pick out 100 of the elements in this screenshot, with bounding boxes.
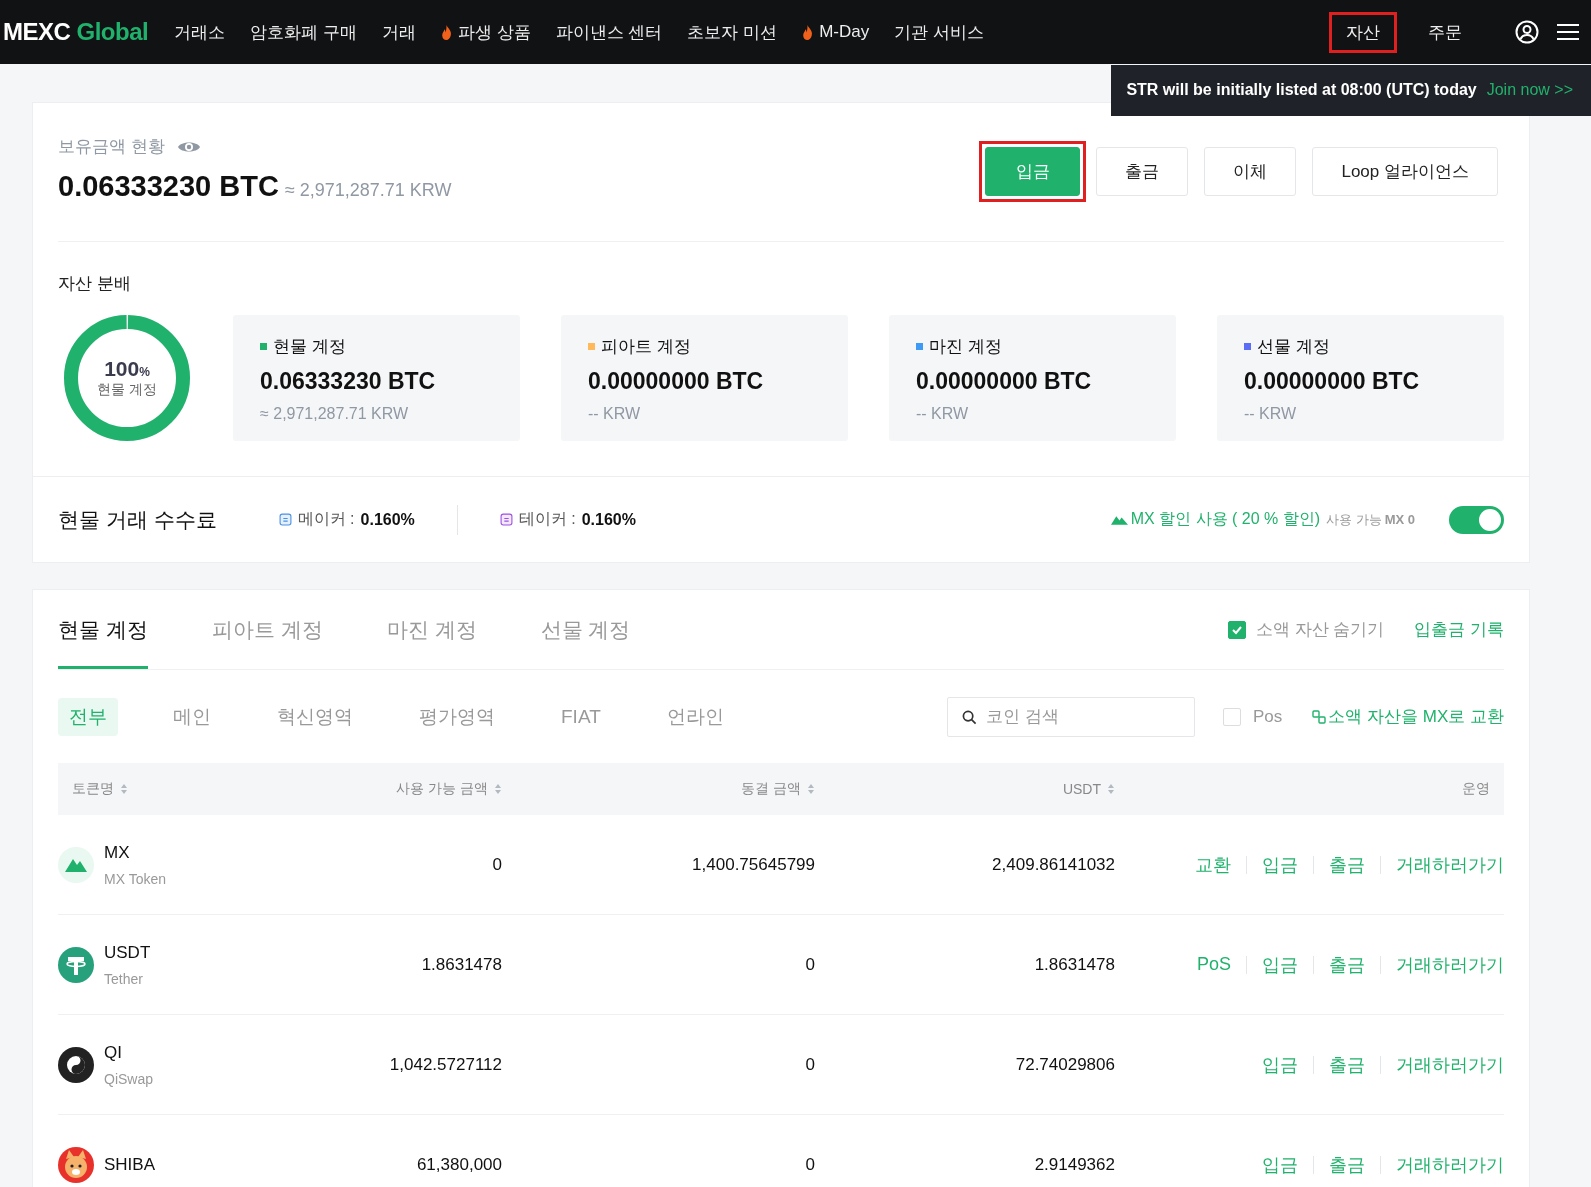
table-cell-text: 1.8631478 — [420, 954, 502, 975]
row-action-link[interactable]: 출금 — [1329, 952, 1365, 977]
nav-link[interactable]: 자산 — [1329, 11, 1397, 53]
account-tab[interactable]: 현물 계정 — [58, 590, 148, 669]
category-filter[interactable]: FIAT — [550, 699, 612, 734]
table-cell-text: 61,380,000 — [415, 1154, 502, 1175]
table-cell-text: 2,409.86141032 — [991, 854, 1115, 875]
nav-link[interactable]: 암호화폐 구매 — [250, 20, 357, 44]
category-filter[interactable]: 언라인 — [655, 697, 735, 736]
account-krw: ≈ 2,971,287.71 KRW — [260, 405, 410, 423]
account-balance: 0.00000000 BTC — [916, 368, 1093, 395]
total-balance: 0.06333230 BTC — [58, 170, 279, 203]
category-filter[interactable]: 혁신영역 — [266, 697, 364, 736]
action-button[interactable]: Loop 얼라이언스 — [1312, 147, 1498, 196]
checkbox[interactable] — [1227, 620, 1246, 639]
row-action-link[interactable]: 거래하러가기 — [1396, 1052, 1504, 1077]
logo[interactable]: MEXC Global — [3, 18, 149, 46]
token-name: Tether — [104, 970, 144, 987]
account-name: 현물 계정 — [273, 336, 346, 358]
table-cell-text: 0 — [491, 854, 502, 875]
sort-icon[interactable] — [1107, 783, 1115, 795]
sort-icon[interactable] — [120, 783, 128, 795]
token-name: MX Token — [104, 870, 166, 887]
row-action-link[interactable]: 입금 — [1262, 1052, 1298, 1077]
row-action-link[interactable]: 입금 — [1262, 852, 1298, 877]
flame-icon — [802, 24, 814, 40]
row-action-link[interactable]: 입금 — [1262, 952, 1298, 977]
account-krw: -- KRW — [1244, 405, 1298, 423]
token-icon — [58, 1046, 94, 1083]
action-button[interactable]: 이체 — [1204, 147, 1297, 196]
account-balance: 0.00000000 BTC — [1244, 368, 1421, 395]
account-tab[interactable]: 마진 계정 — [386, 590, 477, 669]
row-action-link[interactable]: 출금 — [1329, 1152, 1365, 1177]
mx-discount-text: MX 할인 사용 ( 20 % 할인) — [1130, 509, 1321, 529]
row-action-link[interactable]: 교환 — [1195, 852, 1231, 877]
account-balance: 0.00000000 BTC — [588, 368, 765, 395]
sort-icon[interactable] — [494, 783, 502, 795]
table-cell-text: 1,042.5727112 — [388, 1054, 502, 1075]
table-cell-text: 72.74029806 — [1014, 1054, 1115, 1075]
available-label: 사용 가능 — [1326, 510, 1382, 529]
column-header[interactable]: 동결 금액 — [741, 780, 801, 798]
nav-link[interactable]: 초보자 미션 — [687, 20, 778, 44]
column-header[interactable]: USDT — [1062, 781, 1101, 797]
nav-link[interactable]: 파생 상품 — [440, 20, 531, 44]
nav-link[interactable]: 거래소 — [174, 20, 226, 44]
token-symbol: QI — [104, 1042, 123, 1063]
banner-text: STR will be initially listed at 08:00 (UTC) today — [1126, 81, 1477, 99]
action-button[interactable]: 출금 — [1096, 147, 1189, 196]
fee-title: 현물 거래 수수료 — [58, 506, 217, 533]
nav-link[interactable]: 파이낸스 센터 — [555, 20, 663, 44]
column-header[interactable]: 사용 가능 금액 — [396, 780, 488, 798]
nav-link[interactable]: 주문 — [1411, 11, 1479, 53]
row-action-link[interactable]: 입금 — [1262, 1152, 1298, 1177]
nav-link[interactable]: M-Day — [802, 22, 870, 42]
account-balance: 0.06333230 BTC — [260, 368, 437, 395]
table-cell-text: 2.9149362 — [1033, 1154, 1115, 1175]
table-cell-text: 0 — [804, 1154, 815, 1175]
category-filter[interactable]: 전부 — [58, 697, 118, 736]
account-name: 피아트 계정 — [601, 336, 691, 358]
token-symbol: USDT — [104, 942, 151, 963]
nav-link[interactable]: 기관 서비스 — [894, 20, 984, 44]
user-icon[interactable] — [1515, 20, 1539, 44]
menu-icon[interactable] — [1557, 23, 1579, 41]
history-link[interactable]: 입출금 기록 — [1414, 618, 1504, 641]
discount-toggle[interactable] — [1449, 505, 1504, 534]
nav-link[interactable]: 거래 — [381, 20, 416, 44]
category-filter[interactable]: 평가영역 — [408, 697, 506, 736]
token-icon — [58, 946, 94, 983]
column-header[interactable]: 운영 — [1462, 780, 1490, 798]
account-name: 선물 계정 — [1257, 336, 1330, 358]
row-action-link[interactable]: PoS — [1196, 954, 1231, 975]
row-action-link[interactable]: 거래하러가기 — [1396, 852, 1504, 877]
category-filter[interactable]: 메인 — [162, 697, 222, 736]
account-tab[interactable]: 피아트 계정 — [211, 590, 323, 669]
action-button[interactable]: 입금 — [985, 147, 1081, 196]
distribution-title: 자산 분배 — [58, 273, 132, 295]
taker-fee: 0.160% — [581, 510, 636, 529]
account-tab[interactable]: 선물 계정 — [540, 590, 631, 669]
table-cell-text: 0 — [804, 954, 815, 975]
row-action-link[interactable]: 거래하러가기 — [1396, 952, 1504, 977]
convert-small-assets-link[interactable]: 소액 자산을 MX로 교환 — [1328, 705, 1504, 728]
table-cell-text: 1.8631478 — [1033, 954, 1115, 975]
row-action-link[interactable]: 출금 — [1329, 1052, 1365, 1077]
account-krw: -- KRW — [588, 405, 642, 423]
donut-label: 현물 계정 — [97, 381, 157, 399]
row-action-link[interactable]: 출금 — [1329, 852, 1365, 877]
row-action-link[interactable]: 거래하러가기 — [1396, 1152, 1504, 1177]
maker-fee: 0.160% — [360, 510, 415, 529]
maker-label: 메이커 : — [297, 509, 355, 529]
table-cell-text: 1,400.75645799 — [691, 854, 815, 875]
sort-icon[interactable] — [807, 783, 815, 795]
column-header[interactable]: 토큰명 — [72, 780, 114, 798]
flame-icon — [440, 24, 452, 40]
coin-search-field[interactable]: 코인 검색 — [947, 696, 1196, 737]
account-name: 마진 계정 — [929, 336, 1002, 358]
join-link[interactable]: Join now >> — [1486, 81, 1573, 99]
token-symbol: SHIBA — [104, 1154, 156, 1175]
mx-logo-icon — [1110, 514, 1128, 525]
token-name: QiSwap — [104, 1070, 154, 1087]
balance-krw: ≈ 2,971,287.71 KRW — [284, 180, 452, 201]
